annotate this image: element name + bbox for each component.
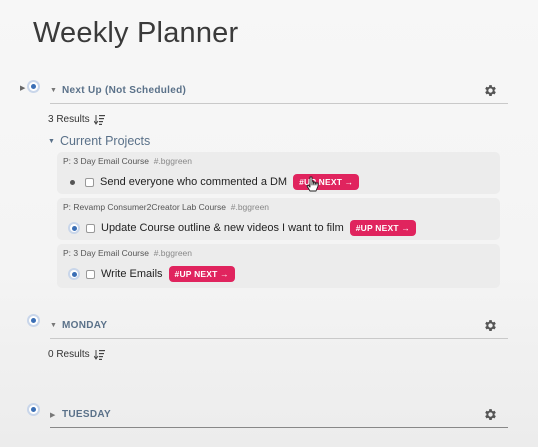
page-title: Weekly Planner (33, 17, 239, 49)
project-tag[interactable]: #.bggreen (154, 156, 192, 166)
up-next-tag[interactable]: #UP NEXT → (293, 174, 360, 190)
task-card: P: 3 Day Email Course #.bggreen Write Em… (57, 244, 500, 288)
chevron-down-icon[interactable]: ▼ (50, 87, 62, 94)
bullet-icon[interactable] (29, 316, 38, 325)
project-link[interactable]: P: 3 Day Email Course (63, 248, 149, 258)
bullet-icon[interactable] (70, 270, 78, 278)
gear-icon[interactable] (483, 407, 498, 422)
chevron-down-icon[interactable]: ▼ (48, 138, 55, 145)
up-next-tag[interactable]: #UP NEXT → (168, 266, 235, 282)
cursor-icon (306, 176, 319, 192)
group-heading[interactable]: ▼ Current Projects (48, 134, 150, 148)
up-next-tag[interactable]: #UP NEXT → (349, 220, 417, 236)
sort-icon[interactable] (93, 349, 105, 360)
project-link[interactable]: P: Revamp Consumer2Creator Lab Course (63, 202, 226, 212)
task-checkbox[interactable] (86, 269, 95, 279)
results-label: 0 Results (48, 349, 90, 360)
project-tag[interactable]: #.bggreen (231, 202, 269, 212)
bullet-icon[interactable] (70, 179, 75, 185)
task-card: P: Revamp Consumer2Creator Lab Course #.… (57, 198, 500, 240)
results-label: 3 Results (48, 114, 90, 125)
task-checkbox[interactable] (85, 177, 94, 187)
section-header-monday: ▼ MONDAY (50, 313, 508, 339)
section-title: Next Up (Not Scheduled) (62, 85, 187, 96)
task-project[interactable]: P: 3 Day Email Course #.bggreen (63, 248, 192, 258)
chevron-right-icon[interactable]: ▶ (20, 84, 25, 92)
project-link[interactable]: P: 3 Day Email Course (63, 156, 149, 166)
sort-icon[interactable] (93, 114, 105, 125)
task-text[interactable]: Write Emails (101, 268, 163, 280)
results-count: 0 Results (48, 349, 105, 360)
project-tag[interactable]: #.bggreen (154, 248, 192, 258)
section-title: MONDAY (62, 320, 108, 331)
chevron-down-icon[interactable]: ▼ (50, 322, 62, 329)
section-header-next-up: ▼ Next Up (Not Scheduled) (50, 78, 508, 104)
section-header-tuesday: ▶ TUESDAY (50, 402, 508, 428)
group-heading-label: Current Projects (59, 134, 151, 148)
gear-icon[interactable] (483, 83, 498, 98)
gear-icon[interactable] (483, 318, 498, 333)
results-count: 3 Results (48, 114, 105, 125)
bullet-icon[interactable] (29, 405, 38, 414)
task-line: Write Emails #UP NEXT → (70, 266, 235, 282)
bullet-icon[interactable] (70, 224, 78, 232)
task-card: P: 3 Day Email Course #.bggreen Send eve… (57, 152, 500, 194)
task-text[interactable]: Send everyone who commented a DM (100, 176, 287, 188)
task-text[interactable]: Update Course outline & new videos I wan… (101, 222, 344, 234)
chevron-right-icon[interactable]: ▶ (50, 411, 62, 419)
section-title: TUESDAY (62, 409, 111, 420)
task-project[interactable]: P: Revamp Consumer2Creator Lab Course #.… (63, 202, 269, 212)
task-line: Update Course outline & new videos I wan… (70, 220, 417, 236)
task-checkbox[interactable] (86, 223, 95, 233)
bullet-icon[interactable] (29, 82, 38, 91)
task-project[interactable]: P: 3 Day Email Course #.bggreen (63, 156, 192, 166)
